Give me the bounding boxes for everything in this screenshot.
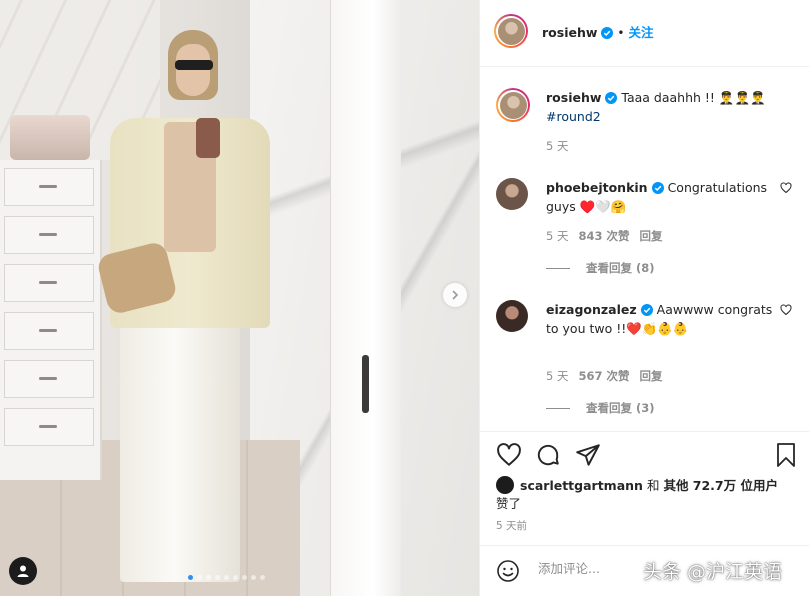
tagged-users-button[interactable] [9,557,37,585]
heart-icon[interactable] [780,304,792,316]
post-photo[interactable] [0,0,479,596]
comment-time[interactable]: 5 天 [546,369,568,383]
post-side-panel: rosiehw • 关注 rosiehw Taaa daahhh !! 👨‍✈️👨‍… [479,0,809,596]
carousel-dot [206,575,211,580]
verified-badge-icon [640,304,653,316]
carousel-indicator [188,575,265,580]
photo-bags [10,115,90,160]
liker-avatar[interactable] [496,476,514,494]
comment-likes[interactable]: 843 次赞 [578,229,629,243]
verified-badge-icon [651,182,664,194]
instagram-post-view: rosiehw • 关注 rosiehw Taaa daahhh !! 👨‍✈️👨‍… [0,0,809,596]
carousel-dot [242,575,247,580]
liker-username[interactable]: scarlettgartmann [520,478,643,493]
likes-others[interactable]: 其他 72.7万 位用户 [663,478,778,493]
carousel-next-button[interactable] [443,283,467,307]
comment-item: eizagonzalez Aawwww congrats to you two … [496,300,796,420]
user-icon [17,565,29,577]
verified-badge-icon [605,92,618,104]
comment-username[interactable]: phoebejtonkin [546,180,648,195]
view-replies-label: 查看回复 (8) [586,261,655,275]
post-timestamp[interactable]: 5 天前 [496,518,527,533]
person-phone [196,118,220,158]
person-face [176,44,210,96]
caption-text: Taaa daahhh !! 👨‍✈️👨‍✈️👨‍✈️ [621,90,766,105]
caption-text-block: rosiehw Taaa daahhh !! 👨‍✈️👨‍✈️👨‍✈️ #rou… [546,88,774,126]
carousel-dot [215,575,220,580]
share-icon[interactable] [575,442,601,468]
comment-text-block: phoebejtonkin Congratulations guys ♥️🤍🤗 [546,178,774,216]
replies-line [546,267,570,269]
comment-time[interactable]: 5 天 [546,229,568,243]
avatar[interactable] [496,88,530,122]
chevron-right-icon [452,290,459,300]
likes-suffix: 赞了 [496,496,522,511]
view-replies-button[interactable]: 查看回复 (3) [546,400,655,416]
avatar[interactable] [494,14,528,48]
caption: rosiehw Taaa daahhh !! 👨‍✈️👨‍✈️👨‍✈️ #rou… [496,88,796,158]
comment-reply-button[interactable]: 回复 [640,229,663,243]
avatar[interactable] [496,178,528,210]
comments-list: rosiehw Taaa daahhh !! 👨‍✈️👨‍✈️👨‍✈️ #rou… [480,66,809,431]
comment-text-block: eizagonzalez Aawwww congrats to you two … [546,300,774,338]
heart-icon[interactable] [780,182,792,194]
comment-input[interactable] [536,560,660,577]
avatar-image [497,17,525,45]
comment-username[interactable]: eizagonzalez [546,302,637,317]
header-username[interactable]: rosiehw [542,25,597,40]
post-actions: scarlettgartmann 和 其他 72.7万 位用户 赞了 5 天前 [480,431,809,552]
avatar[interactable] [496,300,528,332]
follow-button[interactable]: 关注 [628,25,653,40]
post-header: rosiehw • 关注 [480,0,809,67]
comment-icon[interactable] [535,442,561,468]
comment-reply-button[interactable]: 回复 [640,369,663,383]
caption-hashtag[interactable]: #round2 [546,109,601,124]
person-sunglasses [175,60,213,70]
photo-door-handle [362,355,369,413]
like-heart-icon[interactable] [496,442,522,468]
comment-meta: 5 天 843 次赞 回复 [546,228,663,244]
carousel-dot [224,575,229,580]
carousel-dot [188,575,193,580]
likes-and: 和 [646,478,660,493]
carousel-dot [197,575,202,580]
watermark: 头条 @沪江英语 [643,561,783,583]
view-replies-button[interactable]: 查看回复 (8) [546,260,655,276]
replies-line [546,407,570,409]
caption-username[interactable]: rosiehw [546,90,601,105]
carousel-dot [233,575,238,580]
emoji-smile-icon[interactable] [496,559,520,583]
comment-likes[interactable]: 567 次赞 [578,369,629,383]
comment-item: phoebejtonkin Congratulations guys ♥️🤍🤗 … [496,178,796,288]
view-replies-label: 查看回复 (3) [586,401,655,415]
caption-time[interactable]: 5 天 [546,138,568,154]
avatar-image [499,91,527,119]
photo-person [80,30,280,590]
photo-door [330,0,401,596]
bookmark-icon[interactable] [774,442,798,468]
verified-badge-icon [601,27,614,39]
carousel-dot [260,575,265,580]
likes-summary: scarlettgartmann 和 其他 72.7万 位用户 赞了 [496,476,786,513]
header-user-line: rosiehw • 关注 [542,22,654,41]
header-separator: • [617,26,625,40]
comment-meta: 5 天 567 次赞 回复 [546,368,663,384]
carousel-dot [251,575,256,580]
